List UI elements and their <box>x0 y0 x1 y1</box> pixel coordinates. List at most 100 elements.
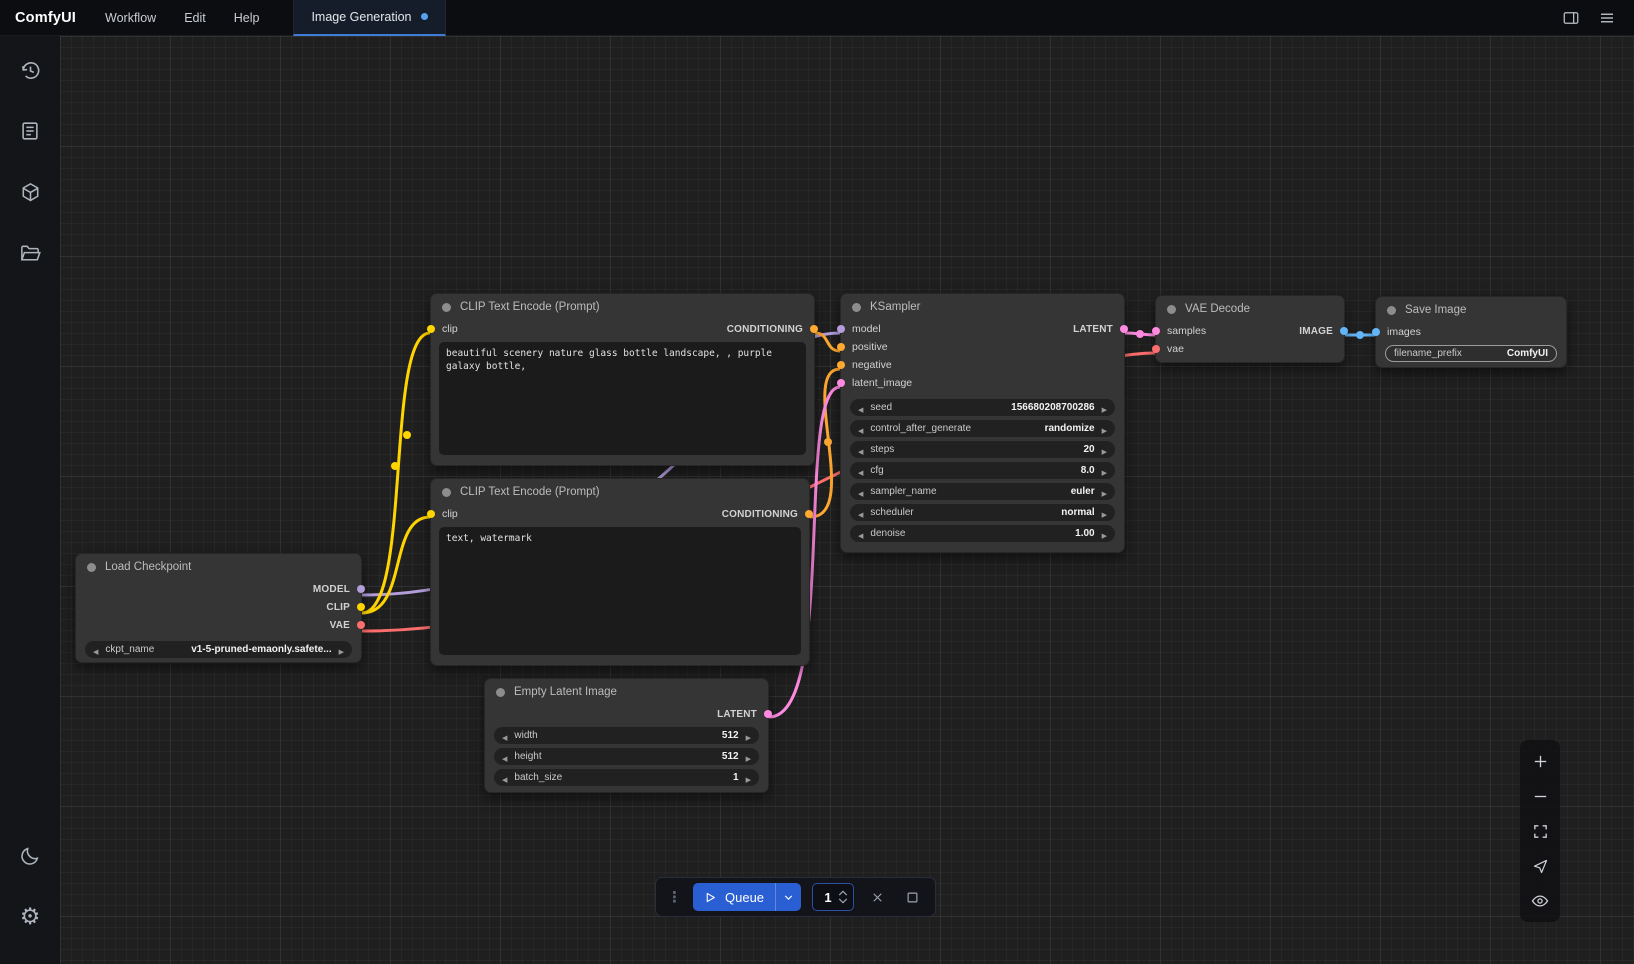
clear-queue-x-icon[interactable] <box>865 885 889 909</box>
input-port-clip[interactable] <box>427 325 435 333</box>
node-header[interactable]: VAE Decode <box>1156 296 1344 322</box>
input-port-samples[interactable] <box>1152 327 1160 335</box>
stepper-down-icon[interactable] <box>838 898 848 904</box>
widget-control-after-generate[interactable]: control_after_generate randomize <box>850 420 1115 437</box>
history-icon[interactable] <box>8 48 52 92</box>
node-collapse-dot[interactable] <box>1167 305 1176 314</box>
widget-sampler-name[interactable]: sampler_name euler <box>850 483 1115 500</box>
widget-prev-arrow-icon[interactable] <box>858 525 863 543</box>
input-port-model[interactable] <box>837 325 845 333</box>
node-header[interactable]: CLIP Text Encode (Prompt) <box>431 294 814 320</box>
widget-next-arrow-icon[interactable] <box>339 641 344 659</box>
node-header[interactable]: Empty Latent Image <box>485 679 768 705</box>
widget-width[interactable]: width 512 <box>494 727 759 744</box>
settings-gear-icon[interactable]: ⚙ <box>8 895 52 939</box>
zoom-in-icon[interactable] <box>1526 747 1554 775</box>
widget-batch-size[interactable]: batch_size 1 <box>494 769 759 786</box>
input-port-images[interactable] <box>1372 328 1380 336</box>
menu-workflow[interactable]: Workflow <box>91 0 170 36</box>
widget-next-arrow-icon[interactable] <box>746 769 751 787</box>
node-collapse-dot[interactable] <box>442 303 451 312</box>
prompt-text-area[interactable]: beautiful scenery nature glass bottle la… <box>439 342 806 455</box>
widget-cfg[interactable]: cfg 8.0 <box>850 462 1115 479</box>
widget-scheduler[interactable]: scheduler normal <box>850 504 1115 521</box>
widget-next-arrow-icon[interactable] <box>746 748 751 766</box>
node-collapse-dot[interactable] <box>496 688 505 697</box>
batch-count-arrows[interactable] <box>838 890 848 904</box>
stepper-up-icon[interactable] <box>838 890 848 896</box>
fit-view-icon[interactable] <box>1526 817 1554 845</box>
input-port-latent-image[interactable] <box>837 379 845 387</box>
queue-run-button[interactable]: Queue <box>693 890 775 905</box>
widget-prev-arrow-icon[interactable] <box>502 727 507 745</box>
select-pointer-icon[interactable] <box>1526 852 1554 880</box>
menu-help[interactable]: Help <box>220 0 274 36</box>
widget-height[interactable]: height 512 <box>494 748 759 765</box>
output-port-vae[interactable] <box>357 621 365 629</box>
node-save-image[interactable]: Save Image images filename_prefix ComfyU… <box>1375 296 1567 368</box>
tab-image-generation[interactable]: Image Generation <box>293 0 445 36</box>
widget-prev-arrow-icon[interactable] <box>502 769 507 787</box>
widget-denoise[interactable]: denoise 1.00 <box>850 525 1115 542</box>
zoom-out-icon[interactable] <box>1526 782 1554 810</box>
node-collapse-dot[interactable] <box>1387 306 1396 315</box>
output-port-clip[interactable] <box>357 603 365 611</box>
widget-prev-arrow-icon[interactable] <box>858 399 863 417</box>
output-port-conditioning[interactable] <box>810 325 818 333</box>
theme-moon-icon[interactable] <box>8 834 52 878</box>
node-header[interactable]: Save Image <box>1376 297 1566 323</box>
node-header[interactable]: Load Checkpoint <box>76 554 361 580</box>
input-port-positive[interactable] <box>837 343 845 351</box>
stop-square-icon[interactable] <box>900 885 924 909</box>
node-header[interactable]: KSampler <box>841 294 1124 320</box>
batch-count-stepper[interactable]: 1 <box>812 883 854 911</box>
node-clip-text-encode-positive[interactable]: CLIP Text Encode (Prompt) clip CONDITION… <box>430 293 815 466</box>
widget-next-arrow-icon[interactable] <box>1102 504 1107 522</box>
widget-next-arrow-icon[interactable] <box>1102 399 1107 417</box>
widget-prev-arrow-icon[interactable] <box>858 483 863 501</box>
input-port-negative[interactable] <box>837 361 845 369</box>
widget-prev-arrow-icon[interactable] <box>502 748 507 766</box>
model-library-cube-icon[interactable] <box>8 170 52 214</box>
widget-next-arrow-icon[interactable] <box>1102 483 1107 501</box>
output-port-image[interactable] <box>1340 327 1348 335</box>
toggle-visibility-eye-icon[interactable] <box>1526 887 1554 915</box>
node-collapse-dot[interactable] <box>442 488 451 497</box>
widget-prev-arrow-icon[interactable] <box>858 420 863 438</box>
wire-clip-to-negative[interactable] <box>362 517 430 613</box>
widget-filename-prefix[interactable]: filename_prefix ComfyUI <box>1385 345 1557 362</box>
widget-prev-arrow-icon[interactable] <box>858 462 863 480</box>
widget-next-arrow-icon[interactable] <box>1102 441 1107 459</box>
widget-steps[interactable]: steps 20 <box>850 441 1115 458</box>
panel-toggle-icon[interactable] <box>1556 4 1586 32</box>
node-vae-decode[interactable]: VAE Decode samples IMAGE vae <box>1155 295 1345 363</box>
drag-handle-icon[interactable] <box>667 888 682 907</box>
hamburger-menu-icon[interactable] <box>1592 4 1622 32</box>
node-empty-latent-image[interactable]: Empty Latent Image LATENT width 512 heig… <box>484 678 769 793</box>
widget-ckpt-name[interactable]: ckpt_name v1-5-pruned-emaonly.safete... <box>85 641 352 658</box>
node-ksampler[interactable]: KSampler model LATENT positive negative … <box>840 293 1125 553</box>
queue-list-icon[interactable] <box>8 109 52 153</box>
widget-prev-arrow-icon[interactable] <box>93 641 98 659</box>
node-collapse-dot[interactable] <box>87 563 96 572</box>
queue-options-chevron-icon[interactable] <box>775 883 801 911</box>
widget-prev-arrow-icon[interactable] <box>858 441 863 459</box>
input-port-clip[interactable] <box>427 510 435 518</box>
prompt-text-area[interactable]: text, watermark <box>439 527 801 655</box>
widget-next-arrow-icon[interactable] <box>1102 462 1107 480</box>
widget-next-arrow-icon[interactable] <box>1102 525 1107 543</box>
input-port-vae[interactable] <box>1152 345 1160 353</box>
workflows-folder-icon[interactable] <box>8 231 52 275</box>
output-port-latent[interactable] <box>1120 325 1128 333</box>
node-clip-text-encode-negative[interactable]: CLIP Text Encode (Prompt) clip CONDITION… <box>430 478 810 666</box>
node-header[interactable]: CLIP Text Encode (Prompt) <box>431 479 809 505</box>
widget-next-arrow-icon[interactable] <box>1102 420 1107 438</box>
output-port-conditioning[interactable] <box>805 510 813 518</box>
widget-prev-arrow-icon[interactable] <box>858 504 863 522</box>
output-port-model[interactable] <box>357 585 365 593</box>
menu-edit[interactable]: Edit <box>170 0 220 36</box>
output-port-latent[interactable] <box>764 710 772 718</box>
node-graph-canvas[interactable]: Load Checkpoint MODEL CLIP VAE ckpt_name… <box>60 36 1634 964</box>
node-load-checkpoint[interactable]: Load Checkpoint MODEL CLIP VAE ckpt_name… <box>75 553 362 663</box>
node-collapse-dot[interactable] <box>852 303 861 312</box>
